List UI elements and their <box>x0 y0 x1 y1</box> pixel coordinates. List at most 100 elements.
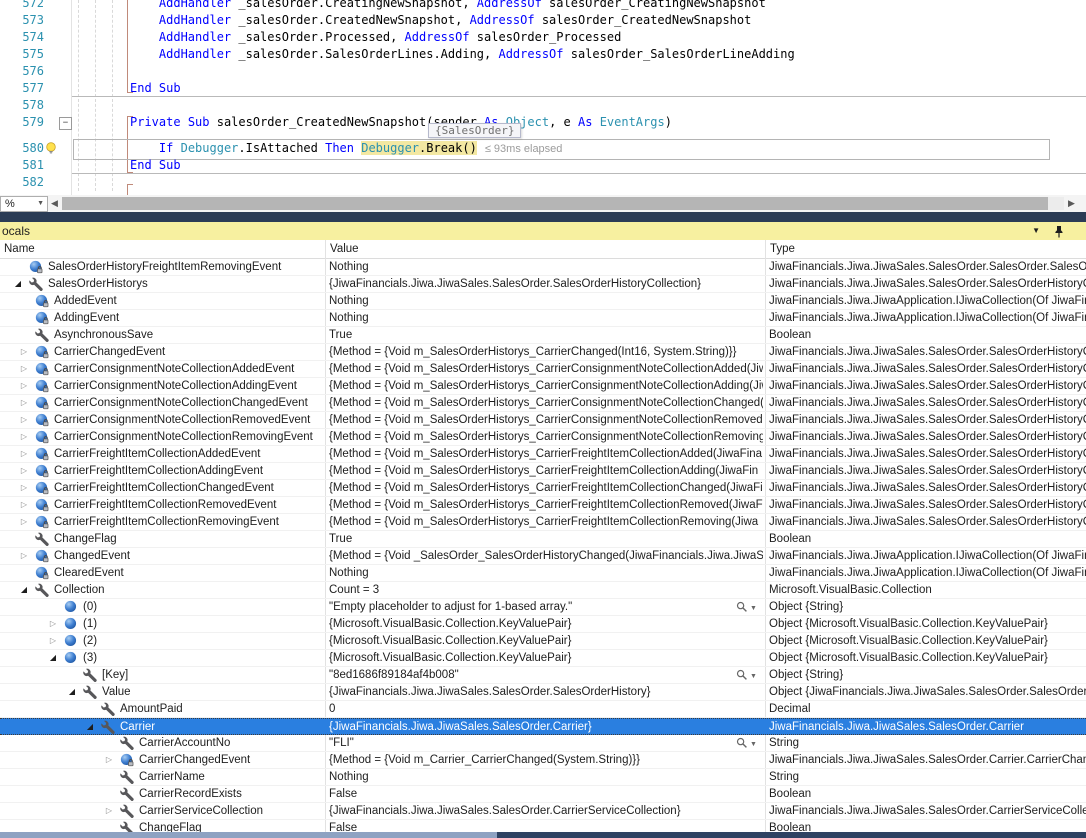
locals-table-row[interactable]: SalesOrderHistoryFreightItemRemovingEven… <box>0 259 1086 276</box>
locals-table-row[interactable]: ◢CollectionCount = 3Microsoft.VisualBasi… <box>0 582 1086 599</box>
locals-table-row[interactable]: ChangeFlagTrueBoolean <box>0 531 1086 548</box>
column-header-value[interactable]: Value <box>330 240 359 258</box>
variable-value[interactable]: {Method = {Void m_SalesOrderHistorys_Car… <box>329 446 763 462</box>
code-line[interactable]: 578 <box>0 97 1086 114</box>
scrollbar-thumb[interactable] <box>0 832 497 838</box>
code-line[interactable]: 581End Sub <box>0 157 1086 174</box>
collapsed-arrow-icon[interactable]: ▷ <box>18 514 30 530</box>
locals-table-row[interactable]: (0)"Empty placeholder to adjust for 1-ba… <box>0 599 1086 616</box>
locals-table-row[interactable]: ▷CarrierFreightItemCollectionChangedEven… <box>0 480 1086 497</box>
collapsed-arrow-icon[interactable]: ▷ <box>18 480 30 496</box>
code-line[interactable]: 573 AddHandler _salesOrder.CreatedNewSna… <box>0 12 1086 29</box>
column-header-name[interactable]: Name <box>4 240 35 258</box>
window-position-chevron-icon[interactable]: ▼ <box>1032 222 1040 240</box>
code-line[interactable]: 572 AddHandler _salesOrder.CreatingNewSn… <box>0 0 1086 12</box>
locals-table-row[interactable]: AddingEventNothingJiwaFinancials.Jiwa.Ji… <box>0 310 1086 327</box>
expanded-arrow-icon[interactable]: ◢ <box>18 582 30 598</box>
locals-table-row[interactable]: [Key]"8ed1686f89184af4b008"▼Object {Stri… <box>0 667 1086 684</box>
variable-value[interactable]: {Method = {Void m_SalesOrderHistorys_Car… <box>329 463 763 479</box>
zoom-select[interactable]: % ▼ <box>0 196 48 212</box>
locals-table-row[interactable]: ▷CarrierServiceCollection{JiwaFinancials… <box>0 803 1086 820</box>
collapsed-arrow-icon[interactable]: ▷ <box>18 463 30 479</box>
variable-value[interactable]: {Method = {Void m_SalesOrderHistorys_Car… <box>329 344 763 360</box>
locals-table-row[interactable]: ▷CarrierConsignmentNoteCollectionRemovin… <box>0 429 1086 446</box>
locals-table-row[interactable]: ▷(1){Microsoft.VisualBasic.Collection.Ke… <box>0 616 1086 633</box>
variable-value[interactable]: {Method = {Void m_SalesOrderHistorys_Car… <box>329 361 763 377</box>
variable-value[interactable]: True <box>329 531 763 547</box>
variable-value[interactable]: {Method = {Void m_SalesOrderHistorys_Car… <box>329 514 763 530</box>
chevron-down-icon[interactable]: ▼ <box>37 197 44 211</box>
locals-table-row[interactable]: ◢Carrier{JiwaFinancials.Jiwa.JiwaSales.S… <box>0 718 1086 735</box>
collapsed-arrow-icon[interactable]: ▷ <box>18 378 30 394</box>
variable-value[interactable]: {JiwaFinancials.Jiwa.JiwaSales.SalesOrde… <box>329 719 763 735</box>
code-editor[interactable]: 572 AddHandler _salesOrder.CreatingNewSn… <box>0 0 1086 195</box>
locals-table-row[interactable]: ▷(2){Microsoft.VisualBasic.Collection.Ke… <box>0 633 1086 650</box>
variable-value[interactable]: "8ed1686f89184af4b008" <box>329 667 763 683</box>
locals-table-row[interactable]: ▷CarrierFreightItemCollectionAddingEvent… <box>0 463 1086 480</box>
locals-table-row[interactable]: ▷CarrierChangedEvent{Method = {Void m_Sa… <box>0 344 1086 361</box>
scrollbar-thumb[interactable] <box>62 197 1048 210</box>
variable-value[interactable]: Nothing <box>329 565 763 581</box>
code-line[interactable]: 577End Sub <box>0 80 1086 97</box>
column-header-type[interactable]: Type <box>770 240 795 258</box>
variable-value[interactable]: {Method = {Void m_SalesOrderHistorys_Car… <box>329 395 763 411</box>
collapsed-arrow-icon[interactable]: ▷ <box>47 633 59 649</box>
variable-value[interactable]: Nothing <box>329 259 763 275</box>
expanded-arrow-icon[interactable]: ◢ <box>84 719 96 735</box>
variable-value[interactable]: {Method = {Void m_SalesOrderHistorys_Car… <box>329 480 763 496</box>
locals-table-row[interactable]: ◢SalesOrderHistorys{JiwaFinancials.Jiwa.… <box>0 276 1086 293</box>
variable-value[interactable]: Nothing <box>329 310 763 326</box>
variable-value[interactable]: "FLI" <box>329 735 763 751</box>
variable-value[interactable]: Count = 3 <box>329 582 763 598</box>
collapsed-arrow-icon[interactable]: ▷ <box>18 344 30 360</box>
locals-table-row[interactable]: ▷CarrierChangedEvent{Method = {Void m_Ca… <box>0 752 1086 769</box>
collapsed-arrow-icon[interactable]: ▷ <box>103 803 115 819</box>
collapsed-arrow-icon[interactable]: ▷ <box>47 616 59 632</box>
expanded-arrow-icon[interactable]: ◢ <box>66 684 78 700</box>
code-line[interactable]: 576 <box>0 63 1086 80</box>
code-line[interactable]: 574 AddHandler _salesOrder.Processed, Ad… <box>0 29 1086 46</box>
locals-table-row[interactable]: ▷CarrierFreightItemCollectionAddedEvent{… <box>0 446 1086 463</box>
code-line[interactable]: 582 <box>0 174 1086 191</box>
variable-value[interactable]: {Method = {Void m_SalesOrderHistorys_Car… <box>329 412 763 428</box>
scroll-left-icon[interactable]: ◀ <box>51 195 58 212</box>
locals-table-row[interactable]: CarrierNameNothingString <box>0 769 1086 786</box>
variable-value[interactable]: {Method = {Void m_Carrier_CarrierChanged… <box>329 752 763 768</box>
variable-value[interactable]: 0 <box>329 701 763 717</box>
locals-table-row[interactable]: ◢(3){Microsoft.VisualBasic.Collection.Ke… <box>0 650 1086 667</box>
variable-value[interactable]: {Method = {Void m_SalesOrderHistorys_Car… <box>329 378 763 394</box>
variable-value[interactable]: True <box>329 327 763 343</box>
magnifier-visualizer-button[interactable]: ▼ <box>736 669 764 682</box>
locals-table-row[interactable]: ▷CarrierConsignmentNoteCollectionAddedEv… <box>0 361 1086 378</box>
collapsed-arrow-icon[interactable]: ▷ <box>18 395 30 411</box>
collapsed-arrow-icon[interactable]: ▷ <box>18 497 30 513</box>
locals-table-row[interactable]: AsynchronousSaveTrueBoolean <box>0 327 1086 344</box>
collapsed-arrow-icon[interactable]: ▷ <box>103 752 115 768</box>
collapsed-arrow-icon[interactable]: ▷ <box>18 361 30 377</box>
variable-value[interactable]: {JiwaFinancials.Jiwa.JiwaSales.SalesOrde… <box>329 684 763 700</box>
collapsed-arrow-icon[interactable]: ▷ <box>18 548 30 564</box>
scroll-right-icon[interactable]: ▶ <box>1068 195 1075 212</box>
locals-table-row[interactable]: AddedEventNothingJiwaFinancials.Jiwa.Jiw… <box>0 293 1086 310</box>
locals-table-row[interactable]: ▷CarrierConsignmentNoteCollectionChanged… <box>0 395 1086 412</box>
collapsed-arrow-icon[interactable]: ▷ <box>18 429 30 445</box>
locals-table-row[interactable]: CarrierRecordExistsFalseBoolean <box>0 786 1086 803</box>
code-line[interactable]: 580 If Debugger.IsAttached Then Debugger… <box>0 140 1086 157</box>
variable-value[interactable]: "Empty placeholder to adjust for 1-based… <box>329 599 763 615</box>
magnifier-visualizer-button[interactable]: ▼ <box>736 737 764 750</box>
locals-table-row[interactable]: ◢Value{JiwaFinancials.Jiwa.JiwaSales.Sal… <box>0 684 1086 701</box>
magnifier-visualizer-button[interactable]: ▼ <box>736 601 764 614</box>
locals-table-row[interactable]: AmountPaid0Decimal <box>0 701 1086 718</box>
locals-table-row[interactable]: CarrierAccountNo"FLI"▼String <box>0 735 1086 752</box>
locals-table-row[interactable]: ▷CarrierFreightItemCollectionRemovingEve… <box>0 514 1086 531</box>
variable-value[interactable]: {Microsoft.VisualBasic.Collection.KeyVal… <box>329 650 763 666</box>
collapsed-arrow-icon[interactable]: ▷ <box>18 446 30 462</box>
variable-value[interactable]: {JiwaFinancials.Jiwa.JiwaSales.SalesOrde… <box>329 276 763 292</box>
variable-value[interactable]: {Microsoft.VisualBasic.Collection.KeyVal… <box>329 633 763 649</box>
locals-table-row[interactable]: ▷CarrierFreightItemCollectionRemovedEven… <box>0 497 1086 514</box>
locals-panel-header[interactable]: ocals ▼ <box>0 222 1086 240</box>
expanded-arrow-icon[interactable]: ◢ <box>47 650 59 666</box>
variable-value[interactable]: Nothing <box>329 293 763 309</box>
variable-value[interactable]: Nothing <box>329 769 763 785</box>
variable-value[interactable]: {Method = {Void _SalesOrder_SalesOrderHi… <box>329 548 763 564</box>
